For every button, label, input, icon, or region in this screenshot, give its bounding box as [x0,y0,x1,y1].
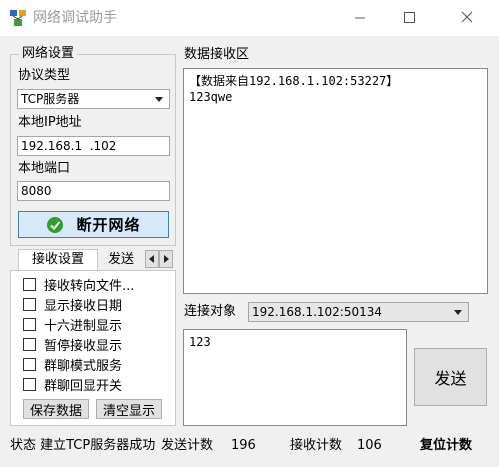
pause-receive-checkbox[interactable] [23,337,36,351]
send-button[interactable]: 发送 [414,348,487,406]
tab-send-settings[interactable]: 发送 [108,250,140,272]
recv-count-label: 接收计数 [290,438,343,453]
group-chat-service-checkbox[interactable] [23,357,36,371]
hex-display-label: 十六进制显示 [44,318,123,334]
option-show-receive-date[interactable]: 显示接收日期 [23,294,122,314]
maximize-button[interactable] [387,0,433,36]
save-data-button[interactable]: 保存数据 [23,399,89,419]
redirect-to-file-checkbox[interactable] [23,277,36,291]
reset-count-button[interactable]: 复位计数 [420,437,472,454]
option-redirect-to-file[interactable]: 接收转向文件... [23,274,134,294]
chevron-down-icon [155,97,163,102]
option-pause-receive[interactable]: 暂停接收显示 [23,334,122,354]
local-port-field[interactable]: 8080 [17,181,170,201]
disconnect-button[interactable]: 断开网络 [18,211,169,238]
show-receive-date-checkbox[interactable] [23,297,36,311]
clear-display-button-label: 清空显示 [102,403,155,419]
protocol-label: 协议类型 [18,68,71,83]
save-data-button-label: 保存数据 [29,403,82,419]
close-button[interactable] [444,0,490,36]
disconnect-button-label: 断开网络 [76,216,141,234]
send-button-label: 发送 [434,369,467,388]
hex-display-checkbox[interactable] [23,317,36,331]
minimize-button[interactable] [337,0,383,36]
show-receive-date-label: 显示接收日期 [44,298,123,314]
recv-count-value: 106 [357,438,382,453]
group-echo-label: 群聊回显开关 [44,378,123,394]
clear-display-button[interactable]: 清空显示 [96,399,162,419]
pause-receive-label: 暂停接收显示 [44,338,123,354]
check-circle-icon [46,216,64,234]
group-chat-service-label: 群聊模式服务 [44,358,123,374]
local-ip-label: 本地IP地址 [18,115,82,130]
status-text: 状态 建立TCP服务器成功 [10,438,156,453]
send-textarea[interactable]: 123 [183,329,407,426]
target-select-value: 192.168.1.102:50134 [252,305,383,319]
network-settings-legend: 网络设置 [19,46,78,62]
option-group-echo[interactable]: 群聊回显开关 [23,374,122,394]
local-ip-field[interactable]: 192.168.1 .102 [17,136,170,156]
protocol-select-value: TCP服务器 [21,92,80,106]
protocol-select[interactable]: TCP服务器 [17,89,170,109]
tab-scroll-right-button[interactable] [159,250,173,268]
tab-scroll-left-button[interactable] [145,250,159,268]
group-echo-checkbox[interactable] [23,377,36,391]
target-label: 连接对象 [184,304,237,319]
send-count-value: 196 [231,438,256,453]
send-count-label: 发送计数 [161,438,214,453]
target-select[interactable]: 192.168.1.102:50134 [248,302,469,322]
tab-receive-settings[interactable]: 接收设置 [18,249,98,271]
receive-area-label: 数据接收区 [184,47,250,62]
option-group-chat-service[interactable]: 群聊模式服务 [23,354,122,374]
local-port-label: 本地端口 [18,161,71,176]
app-network-icon [9,9,27,27]
redirect-to-file-label: 接收转向文件... [44,278,135,294]
option-hex-display[interactable]: 十六进制显示 [23,314,122,334]
window-title: 网络调试助手 [33,10,117,26]
chevron-down-icon [454,310,462,315]
receive-textarea[interactable]: 【数据来自192.168.1.102:53227】 123qwe [183,68,488,294]
